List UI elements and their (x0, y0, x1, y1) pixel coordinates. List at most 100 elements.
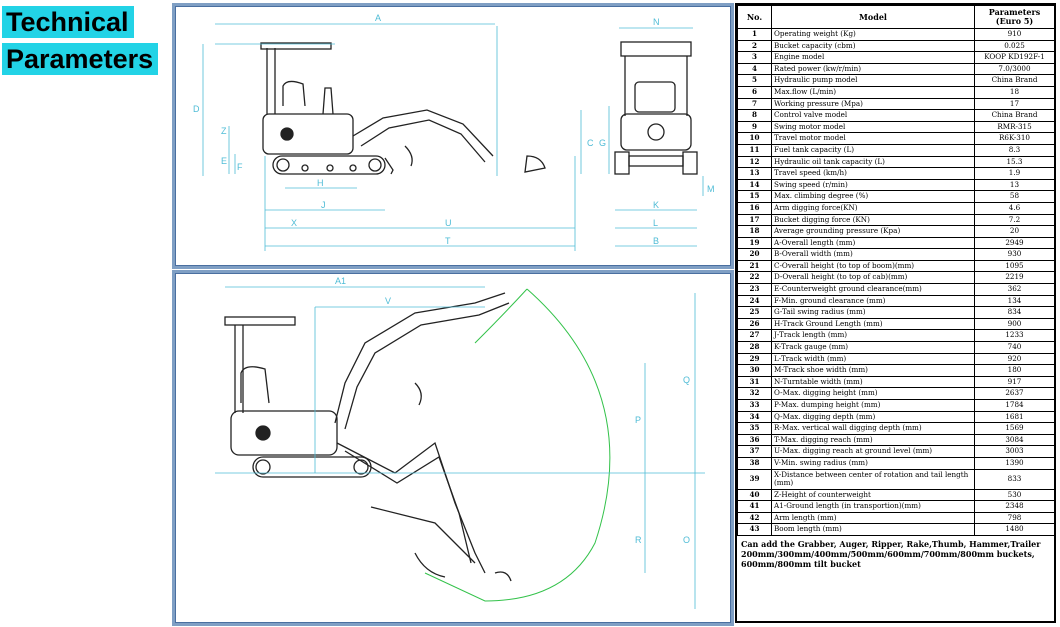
cell-value: KOOP KD192F-1 (974, 51, 1055, 64)
svg-text:A: A (375, 13, 381, 23)
svg-text:J: J (321, 200, 326, 210)
excavator-working-range (224, 292, 512, 582)
header-no: No. (737, 5, 772, 29)
cell-no: 31 (737, 375, 772, 389)
table-row: 4 Rated power (kw/r/min) 7.0/3000 (737, 62, 1055, 76)
cell-name: B-Overall width (mm) (771, 248, 975, 261)
cell-value: 530 (974, 488, 1055, 502)
table-row: 32 O-Max. digging height (mm) 2637 (737, 387, 1055, 400)
table-row: 17 Bucket digging force (KN) 7.2 (737, 213, 1055, 227)
cell-no: 13 (737, 167, 772, 180)
table-row: 11 Fuel tank capacity (L) 8.3 (737, 143, 1055, 157)
cell-no: 40 (737, 488, 772, 502)
cell-value: 2949 (974, 236, 1055, 250)
cell-value: 3003 (974, 445, 1055, 458)
cell-name: Hydraulic pump model (771, 74, 975, 87)
cell-no: 32 (737, 387, 772, 400)
table-row: 39 X-Distance between center of rotation … (737, 468, 1055, 490)
cell-no: 35 (737, 422, 772, 435)
cell-name: Operating weight (Kg) (771, 28, 975, 41)
cell-no: 10 (737, 132, 772, 145)
cell-value: 15.3 (974, 155, 1055, 169)
cell-name: N-Turntable width (mm) (771, 375, 975, 389)
cell-name: Bucket digging force (KN) (771, 213, 975, 227)
cell-no: 33 (737, 399, 772, 412)
table-row: 29 L-Track width (mm) 920 (737, 352, 1055, 366)
svg-text:K: K (653, 200, 659, 210)
cell-no: 17 (737, 213, 772, 227)
cell-name: Travel motor model (771, 132, 975, 145)
bottom-dimension-labels: A1 V Q P R O (335, 276, 690, 545)
cell-name: Hydraulic oil tank capacity (L) (771, 155, 975, 169)
table-row: 34 Q-Max. digging depth (mm) 1681 (737, 410, 1055, 424)
heading-parameters: Parameters (2, 43, 159, 75)
cell-value: 2219 (974, 271, 1055, 285)
cell-name: Swing motor model (771, 120, 975, 134)
table-row: 23 E-Counterweight ground clearance(mm) 36… (737, 283, 1055, 296)
cell-no: 24 (737, 294, 772, 308)
cell-name: Fuel tank capacity (L) (771, 143, 975, 157)
cell-value: 362 (974, 283, 1055, 296)
svg-text:X: X (291, 218, 297, 228)
table-row: 27 J-Track length (mm) 1233 (737, 329, 1055, 343)
cell-no: 6 (737, 85, 772, 99)
cell-value: 7.0/3000 (974, 62, 1055, 76)
cell-value: 1233 (974, 329, 1055, 343)
cell-name: V-Min. swing radius (mm) (771, 456, 975, 470)
cell-value: 8.3 (974, 143, 1055, 157)
cell-name: Average grounding pressure (Kpa) (771, 225, 975, 238)
table-row: 2 Bucket capacity (cbm) 0.025 (737, 39, 1055, 53)
cell-value: 2348 (974, 500, 1055, 513)
cell-no: 29 (737, 352, 772, 366)
svg-text:H: H (317, 178, 324, 188)
cell-name: C-Overall height (to top of boom)(mm) (771, 259, 975, 273)
svg-text:F: F (237, 162, 243, 172)
table-row: 21 C-Overall height (to top of boom)(mm) 1… (737, 259, 1055, 273)
cell-name: Arm length (mm) (771, 511, 975, 525)
cell-no: 20 (737, 248, 772, 261)
table-row: 24 F-Min. ground clearance (mm) 134 (737, 294, 1055, 308)
cell-name: M-Track shoe width (mm) (771, 364, 975, 377)
table-row: 26 H-Track Ground Length (mm) 900 (737, 317, 1055, 331)
table-row: 18 Average grounding pressure (Kpa) 20 (737, 225, 1055, 238)
table-row: 19 A-Overall length (mm) 2949 (737, 236, 1055, 250)
table-row: 5 Hydraulic pump model China Brand (737, 74, 1055, 87)
cell-name: G-Tail swing radius (mm) (771, 306, 975, 319)
cell-name: E-Counterweight ground clearance(mm) (771, 283, 975, 296)
cell-name: F-Min. ground clearance (mm) (771, 294, 975, 308)
svg-text:L: L (653, 218, 658, 228)
cell-value: 834 (974, 306, 1055, 319)
cell-no: 22 (737, 271, 772, 285)
cell-name: P-Max. dumping height (mm) (771, 399, 975, 412)
cell-name: U-Max. digging reach at ground level (mm… (771, 445, 975, 458)
cell-value: R6K-310 (974, 132, 1055, 145)
table-row: 8 Control valve model China Brand (737, 109, 1055, 122)
cell-name: Engine model (771, 51, 975, 64)
svg-text:P: P (635, 415, 641, 425)
table-row: 35 R-Max. vertical wall digging depth (mm… (737, 422, 1055, 435)
cell-value: 900 (974, 317, 1055, 331)
cell-no: 8 (737, 109, 772, 122)
cell-value: 17 (974, 97, 1055, 111)
cell-no: 11 (737, 143, 772, 157)
table-row: 31 N-Turntable width (mm) 917 (737, 375, 1055, 389)
table-row: 14 Swing speed (r/min) 13 (737, 178, 1055, 192)
cell-no: 19 (737, 236, 772, 250)
cell-no: 39 (737, 468, 772, 490)
cell-value: 1784 (974, 399, 1055, 412)
cell-value: 1390 (974, 456, 1055, 470)
cell-name: D-Overall height (to top of cab)(mm) (771, 271, 975, 285)
cell-name: Travel speed (km/h) (771, 167, 975, 180)
table-row: 16 Arm digging force(KN) 4.6 (737, 201, 1055, 215)
table-row: 15 Max. climbing degree (%) 58 (737, 190, 1055, 203)
svg-text:Q: Q (683, 375, 690, 385)
cell-value: 1569 (974, 422, 1055, 435)
svg-text:R: R (635, 535, 642, 545)
svg-text:E: E (221, 156, 227, 166)
table-row: 30 M-Track shoe width (mm) 180 (737, 364, 1055, 377)
cell-no: 34 (737, 410, 772, 424)
cell-value: China Brand (974, 109, 1055, 122)
heading-technical: Technical (2, 6, 134, 38)
table-row: 3 Engine model KOOP KD192F-1 (737, 51, 1055, 64)
svg-text:C: C (587, 138, 594, 148)
